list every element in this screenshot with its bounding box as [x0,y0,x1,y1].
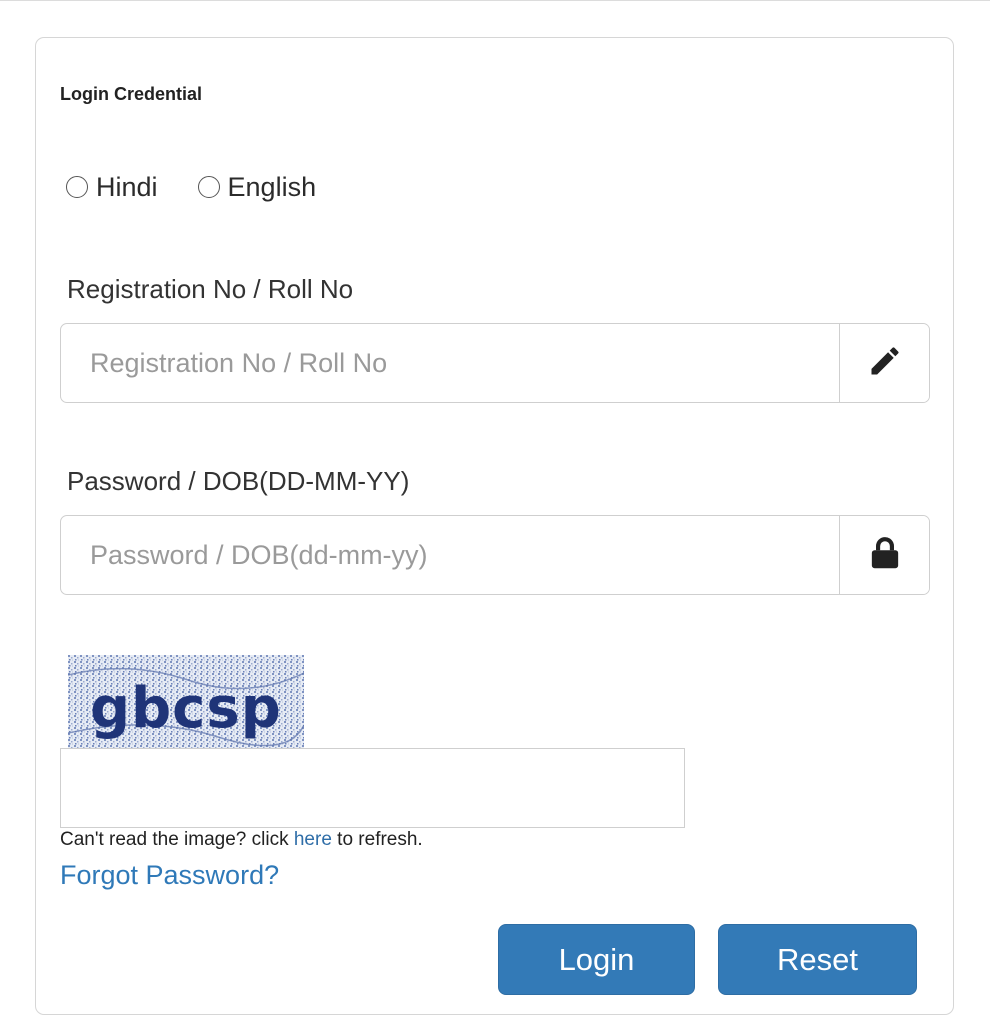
captcha-input[interactable] [60,748,685,828]
pencil-icon [867,343,903,384]
captcha-image: gbcsp [68,655,304,748]
radio-hindi[interactable]: Hindi [66,172,158,203]
top-divider [0,0,990,1]
refresh-link[interactable]: here [294,829,332,850]
password-label: Password / DOB(DD-MM-YY) [67,466,410,496]
password-addon [839,516,929,594]
radio-hindi-circle[interactable] [66,176,88,198]
login-card: Login Credential Hindi English Registrat… [35,37,954,1015]
registration-label: Registration No / Roll No [67,274,354,304]
lock-icon [868,535,902,576]
login-button[interactable]: Login [498,924,695,995]
registration-input-group [60,323,930,403]
radio-hindi-label: Hindi [96,171,158,202]
registration-addon [839,324,929,402]
password-input[interactable] [61,516,839,594]
captcha-text: gbcsp [90,676,282,741]
forgot-password-link[interactable]: Forgot Password? [60,860,279,891]
reset-button[interactable]: Reset [718,924,917,995]
refresh-suffix: to refresh. [337,829,423,850]
radio-english-label: English [227,171,317,202]
refresh-prefix: Can't read the image? click [60,829,289,850]
registration-input[interactable] [61,324,839,402]
radio-english[interactable]: English [197,171,317,203]
language-radio-group: Hindi English [66,170,356,204]
captcha-refresh-text: Can't read the image? click here to refr… [60,829,423,851]
radio-english-circle[interactable] [197,176,220,198]
card-title: Login Credential [60,84,203,104]
password-input-group [60,515,930,595]
